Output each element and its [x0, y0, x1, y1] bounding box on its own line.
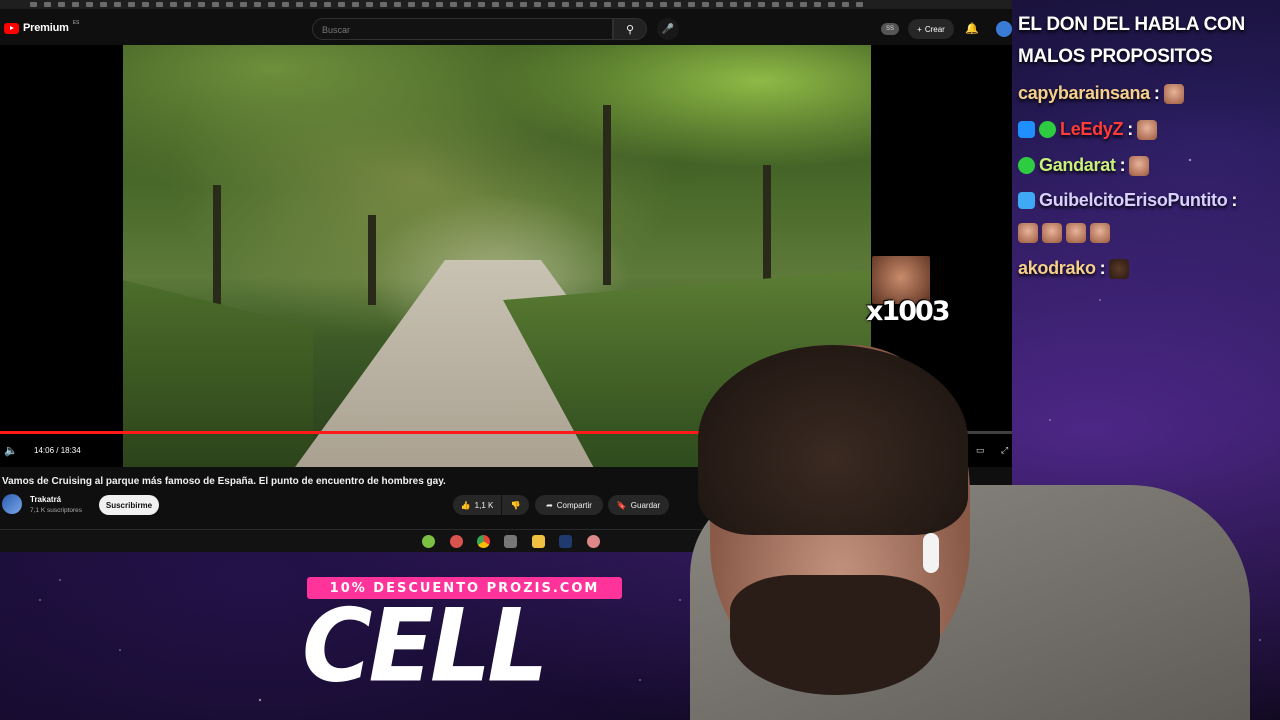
photoshop-taskbar-icon[interactable]	[559, 535, 572, 548]
time-display: 14:06 / 18:34	[34, 446, 81, 455]
chrome-taskbar-icon[interactable]	[477, 535, 490, 548]
chat-username: akodrako	[1018, 258, 1096, 278]
save-label: Guardar	[630, 500, 661, 510]
subscriber-badge-icon	[1018, 157, 1035, 174]
emote-icon	[1163, 83, 1184, 104]
app-taskbar-icon[interactable]	[504, 535, 517, 548]
earbud	[923, 533, 939, 573]
thumbs-up-icon: 👍	[460, 500, 471, 510]
chat-message-line: MALOS PROPOSITOS	[1018, 46, 1213, 67]
create-label: Crear	[924, 24, 945, 34]
plus-icon: +	[917, 24, 922, 34]
file-explorer-taskbar-icon[interactable]	[532, 535, 545, 548]
moderator-badge-icon	[1018, 121, 1035, 138]
like-button[interactable]: 👍 1,1 K	[453, 495, 501, 515]
share-button[interactable]: ➦ Compartir	[535, 495, 603, 515]
hedge-left	[123, 280, 313, 467]
volume-icon[interactable]: 🔈	[4, 444, 18, 457]
chat-colon: :	[1231, 190, 1238, 210]
share-label: Compartir	[556, 500, 592, 510]
tree-trunk	[213, 185, 221, 315]
account-avatar[interactable]	[996, 21, 1012, 37]
search-icon: ⚲	[625, 23, 635, 36]
chat-emote-row	[1018, 223, 1110, 243]
spotify-taskbar-icon[interactable]	[422, 535, 435, 548]
chat-entry: akodrako :	[1018, 258, 1130, 279]
stream-scene: Premium ES Buscar ⚲ 🎤 SS + Crear 🔔 🔈 14:…	[0, 0, 1280, 720]
browser-tab-strip[interactable]	[0, 0, 1012, 9]
tree-canopy	[123, 45, 871, 285]
share-icon: ➦	[546, 500, 553, 510]
youtube-play-icon	[4, 22, 19, 34]
promo-big-text: CELL	[302, 587, 548, 705]
streamer-hair	[698, 345, 968, 535]
voice-search-button[interactable]: 🎤	[657, 18, 679, 40]
chat-entry: GuibelcitoErisoPuntito :	[1018, 190, 1237, 211]
emote-icon	[1109, 258, 1130, 279]
cube-badge-icon	[1018, 192, 1035, 209]
thumbs-down-icon: 👎	[510, 500, 521, 510]
emote-icon	[1042, 223, 1062, 243]
subscriber-badge-icon	[1039, 121, 1056, 138]
chat-entry: LeEdyZ :	[1018, 119, 1157, 140]
microphone-icon: 🎤	[661, 23, 675, 35]
dislike-button[interactable]: 👎	[502, 495, 529, 515]
tree-trunk	[603, 105, 611, 285]
chat-username: GuibelcitoErisoPuntito	[1039, 190, 1228, 210]
create-button[interactable]: + Crear	[908, 19, 954, 39]
emote-icon	[1090, 223, 1110, 243]
chat-colon: :	[1099, 258, 1106, 278]
emote-icon	[1129, 155, 1150, 176]
emote-icon	[1018, 223, 1038, 243]
like-count: 1,1 K	[474, 500, 494, 510]
notifications-bell-icon[interactable]: 🔔	[965, 22, 979, 35]
streamer-webcam	[690, 345, 1280, 720]
chat-overlay: EL DON DEL HABLA CON MALOS PROPOSITOS ca…	[1014, 0, 1280, 300]
chat-message-line: EL DON DEL HABLA CON	[1018, 14, 1245, 35]
app-taskbar-icon[interactable]	[587, 535, 600, 548]
bookmark-icon: 🔖	[616, 500, 627, 510]
search-input[interactable]: Buscar	[312, 18, 613, 40]
emote-icon	[1136, 119, 1157, 140]
region-label: ES	[72, 20, 80, 26]
channel-name[interactable]: Trakatrá	[30, 495, 61, 504]
video-title: Vamos de Cruising al parque más famoso d…	[2, 476, 446, 487]
emote-icon	[1066, 223, 1086, 243]
chat-entry: capybarainsana :	[1018, 83, 1184, 104]
app-taskbar-icon[interactable]	[450, 535, 463, 548]
chat-username: Gandarat	[1039, 155, 1116, 175]
youtube-header: Premium ES Buscar ⚲ 🎤 SS + Crear 🔔	[0, 12, 1012, 46]
tree-trunk	[368, 215, 376, 305]
search-button[interactable]: ⚲	[613, 18, 647, 40]
subscribe-button[interactable]: Suscribirme	[99, 495, 159, 515]
chat-colon: :	[1119, 155, 1126, 175]
brand-label: Premium	[23, 22, 69, 34]
progress-fill	[0, 431, 770, 434]
streamer-beard	[730, 575, 940, 695]
emote-combo-count: x1003	[866, 296, 951, 327]
channel-avatar[interactable]	[2, 494, 22, 514]
chat-username: capybarainsana	[1018, 83, 1150, 103]
extension-badge[interactable]: SS	[881, 23, 899, 35]
chat-username: LeEdyZ	[1060, 119, 1124, 139]
subscriber-count: 7,1 K suscriptores	[30, 507, 83, 514]
chat-colon: :	[1127, 119, 1133, 139]
save-button[interactable]: 🔖 Guardar	[608, 495, 669, 515]
chat-entry: Gandarat :	[1018, 155, 1150, 176]
chat-colon: :	[1153, 83, 1160, 103]
youtube-logo[interactable]: Premium ES	[4, 20, 80, 34]
